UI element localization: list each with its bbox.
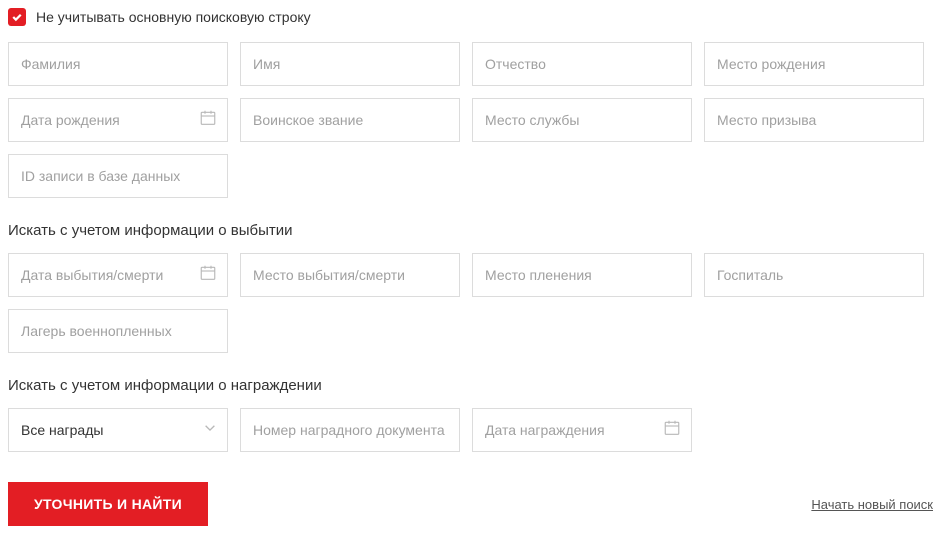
rank-field[interactable] [240,98,460,142]
service-place-field[interactable] [472,98,692,142]
chevron-down-icon [203,421,217,440]
ignore-main-search-label: Не учитывать основную поисковую строку [36,9,311,25]
departure-date-input[interactable] [21,267,215,283]
submit-button[interactable]: УТОЧНИТЬ И НАЙТИ [8,482,208,526]
award-doc-number-input[interactable] [253,422,447,438]
award-doc-number-field[interactable] [240,408,460,452]
patronymic-field[interactable] [472,42,692,86]
service-place-input[interactable] [485,112,679,128]
award-date-field[interactable] [472,408,692,452]
hospital-field[interactable] [704,253,924,297]
draft-place-field[interactable] [704,98,924,142]
birthplace-field[interactable] [704,42,924,86]
new-search-link[interactable]: Начать новый поиск [811,497,933,512]
firstname-field[interactable] [240,42,460,86]
ignore-main-search-checkbox[interactable] [8,8,26,26]
award-select[interactable]: Все награды [8,408,228,452]
capture-place-input[interactable] [485,267,679,283]
hospital-input[interactable] [717,267,911,283]
pow-camp-field[interactable] [8,309,228,353]
record-id-field[interactable] [8,154,228,198]
lastname-field[interactable] [8,42,228,86]
birthplace-input[interactable] [717,56,911,72]
record-id-input[interactable] [21,168,215,184]
lastname-input[interactable] [21,56,215,72]
check-icon [11,11,23,23]
departure-place-input[interactable] [253,267,447,283]
award-date-input[interactable] [485,422,679,438]
birthdate-input[interactable] [21,112,215,128]
draft-place-input[interactable] [717,112,911,128]
firstname-input[interactable] [253,56,447,72]
awards-section-title: Искать с учетом информации о награждении [8,377,933,394]
rank-input[interactable] [253,112,447,128]
pow-camp-input[interactable] [21,323,215,339]
award-select-label: Все награды [21,422,103,438]
patronymic-input[interactable] [485,56,679,72]
departure-section-title: Искать с учетом информации о выбытии [8,222,933,239]
capture-place-field[interactable] [472,253,692,297]
departure-date-field[interactable] [8,253,228,297]
birthdate-field[interactable] [8,98,228,142]
departure-place-field[interactable] [240,253,460,297]
